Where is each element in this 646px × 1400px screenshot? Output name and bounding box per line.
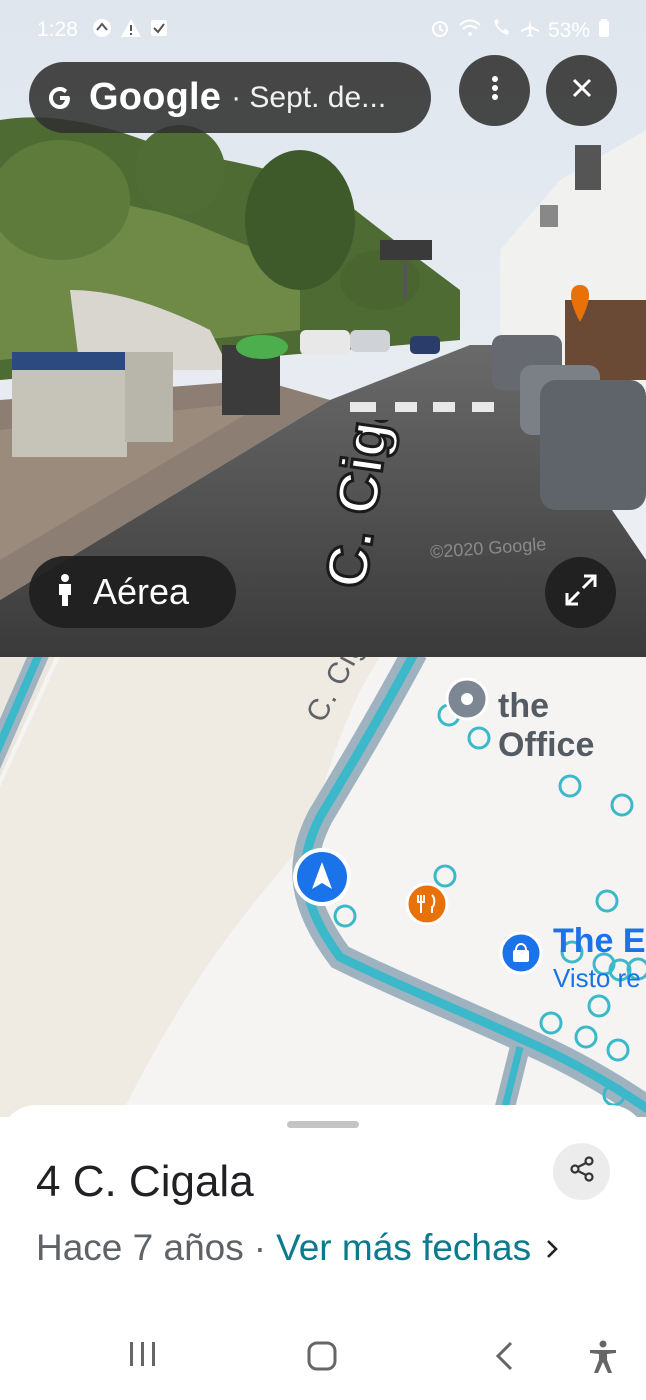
drag-handle[interactable] (287, 1121, 359, 1128)
status-time: 1:28 (37, 18, 78, 41)
system-nav-bar (0, 1320, 646, 1400)
aerial-label: Aérea (93, 571, 190, 612)
aerial-view-button[interactable]: Aérea (29, 556, 236, 628)
person-icon (55, 573, 75, 612)
close-icon (571, 77, 593, 104)
recents-icon (128, 1340, 158, 1373)
map-panel[interactable]: C. Cigala the Office The E Visto re (0, 657, 646, 1117)
back-button[interactable] (494, 1340, 514, 1377)
expand-button[interactable] (545, 557, 616, 628)
poi-store-sublabel: Visto re (553, 963, 641, 993)
home-button[interactable] (306, 1340, 338, 1377)
capture-age: Hace 7 años (36, 1227, 244, 1268)
screen: C. Cigala ©2020 Google 1:28 53% Google ·… (0, 0, 646, 1400)
google-g-icon (47, 85, 73, 111)
close-button[interactable] (546, 55, 617, 126)
street-view-panel[interactable]: C. Cigala ©2020 Google 1:28 53% Google ·… (0, 0, 646, 657)
street-view-title[interactable]: Google · Sept. de... (29, 62, 431, 133)
wifi-call-icon (490, 18, 512, 44)
date-line: Hace 7 años · Ver más fechas (36, 1227, 559, 1269)
sync-icon (92, 18, 112, 44)
back-icon (494, 1340, 514, 1377)
place-title: 4 C. Cigala (36, 1157, 254, 1206)
street-name-overlay: C. Cigala (312, 420, 414, 593)
share-button[interactable] (553, 1143, 610, 1200)
capture-date: · Sept. de... (231, 80, 387, 114)
battery-percent: 53% (547, 19, 590, 42)
status-bar: 1:28 53% (0, 0, 646, 58)
warning-icon (120, 18, 142, 44)
airplane-icon (520, 18, 540, 44)
expand-icon (564, 573, 598, 612)
share-icon (568, 1155, 596, 1188)
battery-icon (598, 18, 610, 44)
recents-button[interactable] (128, 1340, 158, 1373)
more-dates-link[interactable]: Ver más fechas (276, 1227, 531, 1269)
accessibility-button[interactable] (588, 1340, 618, 1379)
poi-store-label[interactable]: The E (553, 922, 646, 961)
poi-office-label[interactable]: the Office (498, 687, 646, 765)
brand-label: Google (89, 76, 222, 118)
separator: · (253, 1227, 267, 1268)
more-vert-icon (491, 75, 499, 106)
wifi-icon (458, 18, 482, 44)
checkbox-icon (150, 18, 168, 44)
accessibility-icon (588, 1340, 618, 1379)
chevron-right-icon[interactable] (545, 1227, 559, 1269)
home-icon (306, 1340, 338, 1377)
more-options-button[interactable] (459, 55, 530, 126)
street-overlay-text: C. Cigala (314, 420, 413, 592)
alarm-icon (430, 18, 450, 44)
